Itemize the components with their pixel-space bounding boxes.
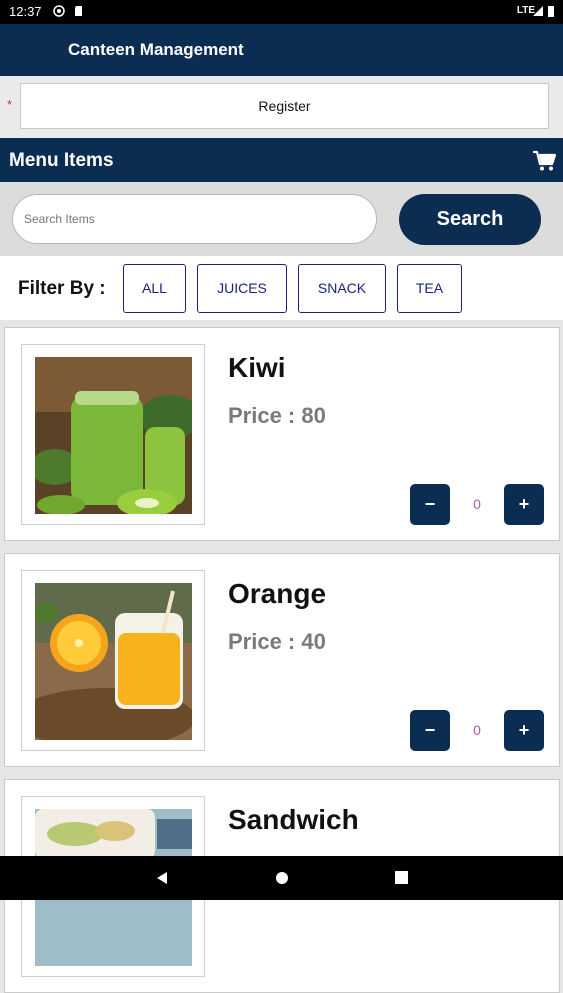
decrement-button[interactable]: − xyxy=(410,710,450,751)
search-bar: Search xyxy=(0,182,563,256)
kiwi-juice-image xyxy=(35,357,192,514)
filter-all-button[interactable]: ALL xyxy=(123,264,186,313)
required-mark: * xyxy=(7,97,13,112)
status-bar: 12:37 LTE xyxy=(0,0,563,24)
register-section: * Register xyxy=(0,76,563,138)
app-title: Canteen Management xyxy=(68,40,244,59)
item-price: Price : 80 xyxy=(228,403,326,428)
increment-button[interactable]: + xyxy=(504,484,544,525)
at-sign-icon xyxy=(53,5,65,17)
battery-icon xyxy=(548,6,554,17)
item-image-frame xyxy=(21,570,205,751)
back-icon[interactable] xyxy=(156,871,168,885)
search-input[interactable] xyxy=(12,194,377,244)
filter-bar: Filter By : ALL JUICES SNACK TEA xyxy=(0,256,563,320)
decrement-button[interactable]: − xyxy=(410,484,450,525)
recents-icon[interactable] xyxy=(395,871,408,884)
quantity-value: 0 xyxy=(450,710,504,751)
system-nav-bar xyxy=(0,856,563,900)
cart-icon[interactable] xyxy=(532,150,556,172)
signal-icon xyxy=(533,6,543,16)
item-name: Orange xyxy=(228,578,327,609)
item-price: Price : 40 xyxy=(228,629,326,654)
orange-juice-image xyxy=(35,583,192,740)
search-button[interactable]: Search xyxy=(399,194,541,245)
quantity-stepper: − 0 + xyxy=(410,710,544,751)
increment-button[interactable]: + xyxy=(504,710,544,751)
menu-header: Menu Items xyxy=(0,138,563,182)
menu-item-card[interactable]: Kiwi Price : 80 − 0 + xyxy=(4,327,560,541)
filter-label: Filter By : xyxy=(18,278,106,299)
menu-item-card[interactable]: Orange Price : 40 − 0 + xyxy=(4,553,560,767)
quantity-stepper: − 0 + xyxy=(410,484,544,525)
filter-juices-button[interactable]: JUICES xyxy=(197,264,287,313)
item-image-frame xyxy=(21,344,205,525)
item-name: Sandwich xyxy=(228,804,359,835)
quantity-value: 0 xyxy=(450,484,504,525)
register-button[interactable]: Register xyxy=(20,83,549,129)
home-icon[interactable] xyxy=(275,871,289,885)
filter-tea-button[interactable]: TEA xyxy=(397,264,462,313)
app-bar: Canteen Management xyxy=(0,24,563,76)
menu-title: Menu Items xyxy=(9,150,114,171)
sd-card-icon xyxy=(75,6,82,16)
status-time: 12:37 xyxy=(9,4,42,19)
filter-snack-button[interactable]: SNACK xyxy=(298,264,386,313)
item-name: Kiwi xyxy=(228,352,286,383)
